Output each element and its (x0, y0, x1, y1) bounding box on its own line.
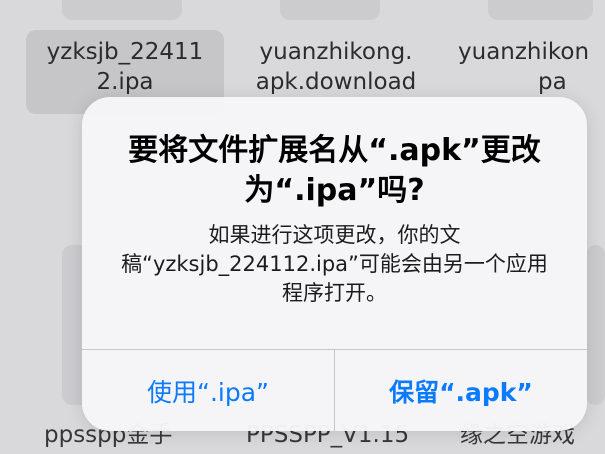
rename-extension-alert: 要将文件扩展名从“.apk”更改为“.ipa”吗? 如果进行这项更改，你的文稿“… (82, 97, 587, 431)
keep-apk-button[interactable]: 保留“.apk” (334, 350, 587, 431)
alert-message: 如果进行这项更改，你的文稿“yzksjb_224112.ipa”可能会由另一个应… (121, 223, 548, 305)
use-ipa-button[interactable]: 使用“.ipa” (82, 350, 334, 431)
alert-actions: 使用“.ipa” 保留“.apk” (82, 349, 587, 431)
alert-title: 要将文件扩展名从“.apk”更改为“.ipa”吗? (128, 133, 541, 208)
